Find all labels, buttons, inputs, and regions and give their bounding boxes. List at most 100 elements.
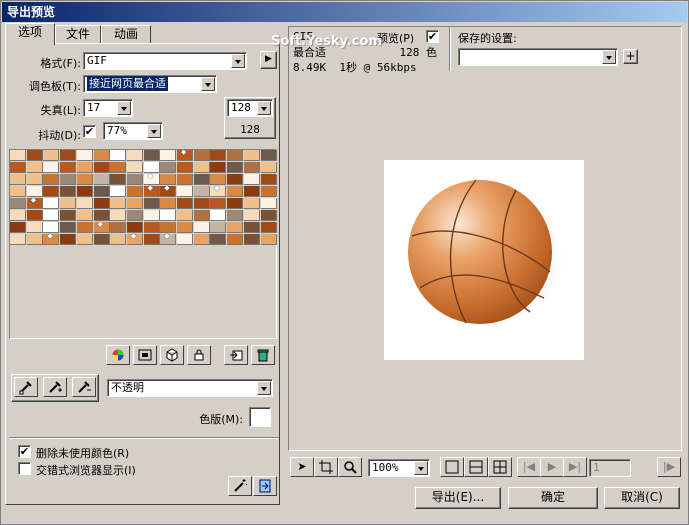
cube-button[interactable] (160, 345, 184, 365)
dither-checkbox[interactable]: ✔ (83, 125, 96, 138)
palette-swatch[interactable] (43, 162, 60, 173)
color-palette[interactable] (9, 148, 277, 339)
palette-swatch[interactable] (93, 234, 110, 245)
palette-swatch[interactable] (10, 186, 26, 197)
palette-swatch[interactable] (126, 186, 143, 197)
palette-swatch[interactable] (26, 150, 43, 161)
palette-swatch[interactable] (126, 210, 143, 221)
palette-swatch[interactable] (76, 222, 93, 233)
remove-unused-checkbox[interactable]: ✔ (18, 445, 31, 458)
palette-swatch[interactable] (43, 210, 60, 221)
palette-swatch[interactable] (110, 198, 127, 209)
palette-swatch[interactable] (227, 186, 244, 197)
palette-swatch[interactable] (193, 222, 210, 233)
palette-swatch[interactable] (26, 174, 43, 185)
palette-swatch[interactable] (143, 234, 160, 245)
palette-swatch[interactable] (143, 150, 160, 161)
export-wizard-button[interactable] (253, 476, 277, 496)
palette-swatch[interactable] (243, 210, 260, 221)
palette-swatch[interactable] (193, 234, 210, 245)
palette-swatch[interactable] (260, 186, 277, 197)
palette-swatch[interactable] (260, 150, 277, 161)
palette-swatch[interactable] (93, 150, 110, 161)
palette-swatch[interactable] (160, 210, 177, 221)
palette-swatch[interactable] (177, 148, 193, 161)
colors-select[interactable]: 128 (227, 99, 273, 117)
palette-swatch[interactable] (260, 210, 277, 221)
palette-swatch[interactable] (210, 198, 227, 209)
palette-swatch[interactable] (260, 174, 277, 185)
tab-options[interactable]: 选项 (5, 23, 55, 45)
palette-swatch[interactable] (260, 234, 277, 245)
palette-swatch[interactable] (10, 150, 26, 161)
optimize-button[interactable] (228, 476, 252, 496)
palette-swatch[interactable] (210, 222, 227, 233)
play-button[interactable]: ▶ (540, 457, 564, 477)
eyedropper-add-button[interactable] (43, 377, 67, 397)
palette-swatch[interactable] (26, 162, 43, 173)
palette-swatch[interactable] (243, 186, 260, 197)
palette-swatch[interactable] (160, 232, 177, 245)
palette-swatch[interactable] (76, 150, 93, 161)
preview-checkbox[interactable]: ✔ (426, 30, 439, 43)
palette-swatch[interactable] (143, 222, 160, 233)
palette-swatch[interactable] (177, 222, 193, 233)
palette-swatch[interactable] (177, 186, 193, 197)
add-color-button[interactable] (224, 345, 248, 365)
palette-swatch[interactable] (76, 210, 93, 221)
palette-swatch[interactable] (160, 184, 177, 197)
palette-swatch[interactable] (227, 198, 244, 209)
matte-swatch[interactable] (249, 407, 271, 427)
palette-swatch[interactable] (243, 234, 260, 245)
palette-swatch[interactable] (227, 234, 244, 245)
palette-swatch[interactable] (260, 198, 277, 209)
palette-swatch[interactable] (260, 222, 277, 233)
eyedropper-button[interactable] (14, 377, 38, 397)
crop-tool-button[interactable] (314, 457, 338, 477)
palette-swatch[interactable] (26, 210, 43, 221)
last-frame-button[interactable]: ▶| (563, 457, 587, 477)
palette-swatch[interactable] (143, 198, 160, 209)
delete-color-button[interactable] (251, 345, 275, 365)
single-view-button[interactable] (440, 457, 464, 477)
palette-swatch[interactable] (10, 210, 26, 221)
palette-swatch[interactable] (143, 210, 160, 221)
palette-swatch[interactable] (110, 222, 127, 233)
tab-file[interactable]: 文件 (55, 25, 101, 44)
palette-swatch[interactable] (110, 210, 127, 221)
palette-swatch[interactable] (210, 234, 227, 245)
format-options-button[interactable]: ▶ (260, 51, 277, 69)
palette-swatch[interactable] (210, 184, 227, 197)
palette-swatch[interactable] (76, 174, 93, 185)
palette-swatch[interactable] (60, 162, 77, 173)
palette-swatch[interactable] (160, 150, 177, 161)
palette-swatch[interactable] (76, 186, 93, 197)
palette-swatch[interactable] (10, 162, 26, 173)
palette-swatch[interactable] (193, 150, 210, 161)
export-button[interactable]: 导出(E)... (415, 487, 501, 509)
palette-swatch[interactable] (93, 162, 110, 173)
palette-swatch[interactable] (193, 198, 210, 209)
palette-swatch[interactable] (143, 184, 160, 197)
palette-swatch[interactable] (243, 198, 260, 209)
palette-swatch[interactable] (10, 198, 26, 209)
two-view-button[interactable] (464, 457, 488, 477)
palette-swatch[interactable] (43, 198, 60, 209)
palette-swatch[interactable] (60, 186, 77, 197)
palette-swatch[interactable] (110, 234, 127, 245)
palette-swatch[interactable] (210, 210, 227, 221)
lock-button[interactable] (187, 345, 211, 365)
palette-swatch[interactable] (227, 150, 244, 161)
palette-swatch[interactable] (227, 162, 244, 173)
palette-swatch[interactable] (126, 162, 143, 173)
palette-swatch[interactable] (43, 150, 60, 161)
palette-swatch[interactable] (227, 174, 244, 185)
palette-swatch[interactable] (10, 234, 26, 245)
zoom-tool-button[interactable] (338, 457, 362, 477)
palette-swatch[interactable] (177, 174, 193, 185)
palette-swatch[interactable] (43, 232, 60, 245)
tab-animation[interactable]: 动画 (101, 25, 151, 44)
palette-swatch[interactable] (43, 186, 60, 197)
palette-swatch[interactable] (26, 222, 43, 233)
interlace-checkbox[interactable] (18, 462, 31, 475)
